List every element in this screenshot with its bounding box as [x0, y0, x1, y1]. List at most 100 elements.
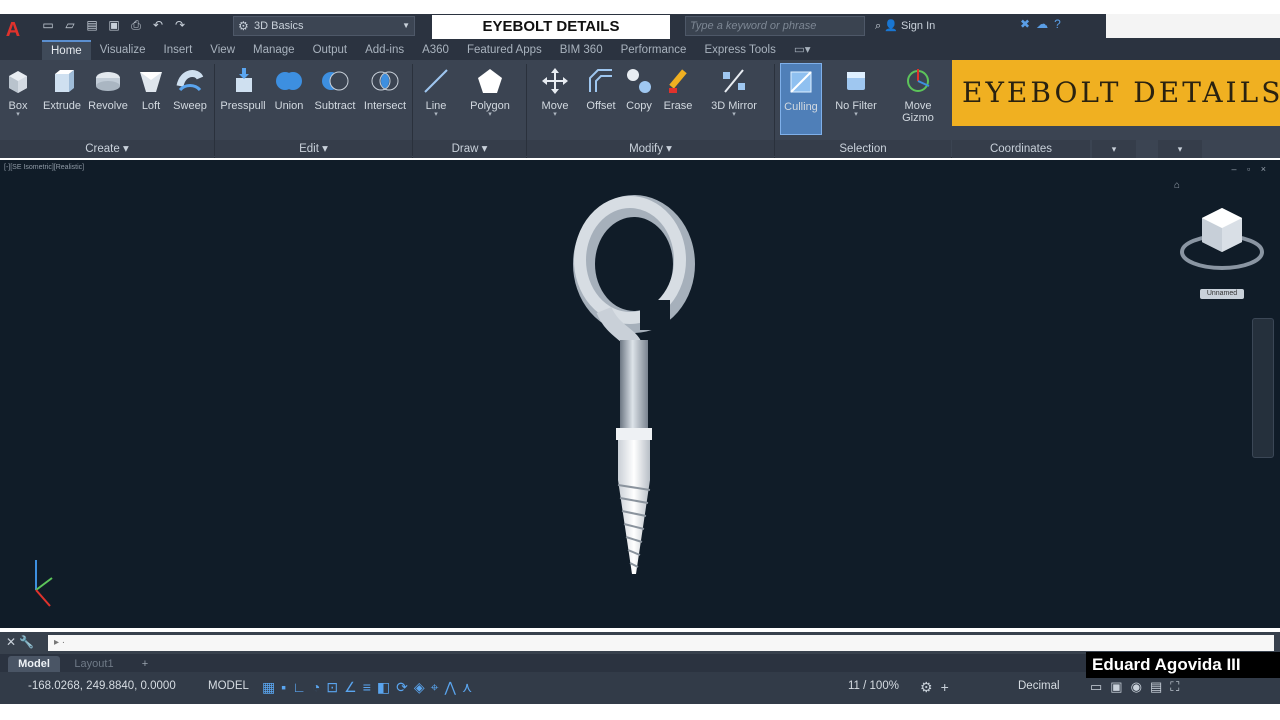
tab-output[interactable]: Output — [304, 40, 357, 60]
copy-button[interactable]: Copy — [622, 66, 656, 112]
gear-icon[interactable]: ⚙ — [920, 679, 933, 696]
model-space-button[interactable]: MODEL — [208, 680, 249, 692]
viewcube-icon[interactable] — [1176, 200, 1268, 300]
subtract-icon — [322, 71, 349, 91]
lock-ui-icon[interactable]: ▣ — [1110, 679, 1122, 695]
home-icon[interactable]: ⌂ — [1174, 180, 1180, 191]
tab-a360[interactable]: A360 — [413, 40, 458, 60]
plus-icon[interactable]: + — [941, 679, 949, 696]
copy-icon — [627, 69, 651, 93]
wrench-icon[interactable]: 🔧 — [19, 635, 34, 649]
command-input[interactable] — [48, 635, 1274, 651]
tab-view[interactable]: View — [201, 40, 244, 60]
search-input[interactable]: Type a keyword or phrase — [685, 16, 865, 36]
open-file-icon[interactable]: ▱ — [62, 17, 78, 33]
otrack-icon[interactable]: ∠ — [344, 679, 357, 696]
polar-icon[interactable]: ◔ — [312, 679, 320, 696]
move-button[interactable]: Move ▾ — [536, 66, 574, 118]
annotation-visibility-icon[interactable]: ⋀ — [445, 679, 456, 696]
union-button[interactable]: Union — [270, 66, 308, 112]
loft-icon — [140, 72, 162, 92]
tab-home[interactable]: Home — [42, 40, 91, 60]
tab-add-ins[interactable]: Add-ins — [356, 40, 413, 60]
osnap-icon[interactable]: ⊡ — [326, 679, 338, 696]
offset-icon — [589, 69, 612, 92]
tab-manage[interactable]: Manage — [244, 40, 304, 60]
tab-model[interactable]: Model — [8, 656, 60, 672]
save-icon[interactable]: ▤ — [84, 17, 100, 33]
culling-button[interactable]: Culling — [780, 63, 822, 135]
exchange-icon[interactable]: ✖ — [1020, 17, 1030, 31]
close-icon[interactable]: ✕ — [6, 635, 16, 649]
units-select[interactable]: Decimal — [1018, 680, 1060, 692]
workspace-select[interactable]: ⚙ 3D Basics ▼ — [233, 16, 415, 36]
extrude-button[interactable]: Extrude — [40, 66, 84, 112]
tab-performance[interactable]: Performance — [612, 40, 696, 60]
intersect-button[interactable]: Intersect — [360, 66, 410, 112]
subtract-label: Subtract — [314, 100, 356, 112]
panel-edit[interactable]: Edit ▾ — [215, 140, 412, 158]
search-icon[interactable]: ⌕ — [875, 20, 881, 32]
dynamic-ucs-icon[interactable]: ⌖ — [431, 679, 439, 696]
tab-express-tools[interactable]: Express Tools — [695, 40, 784, 60]
hardware-acceleration-icon[interactable]: ▤ — [1150, 679, 1162, 695]
sweep-button[interactable]: Sweep — [170, 66, 210, 112]
ucs-icon — [35, 560, 53, 607]
subtract-button[interactable]: Subtract — [310, 66, 360, 112]
3d-mirror-button[interactable]: 3D Mirror ▾ — [704, 66, 764, 118]
tab-bim-360[interactable]: BIM 360 — [551, 40, 612, 60]
autoscale-icon[interactable]: ⋏ — [462, 679, 472, 696]
panel-modify[interactable]: Modify ▾ — [527, 140, 774, 158]
3d-osnap-icon[interactable]: ◈ — [414, 679, 425, 696]
tab-featured-apps[interactable]: Featured Apps — [458, 40, 551, 60]
presspull-button[interactable]: Presspull — [218, 66, 268, 112]
isolate-objects-icon[interactable]: ◉ — [1131, 679, 1142, 695]
redo-icon[interactable]: ↷ — [172, 17, 188, 33]
grid-icon[interactable]: ▦ — [262, 679, 275, 696]
help-icon[interactable]: ? — [1054, 17, 1061, 31]
quick-properties-icon[interactable]: ▭ — [1090, 679, 1102, 695]
panel-coordinates: Coordinates — [952, 140, 1090, 158]
transparency-icon[interactable]: ◧ — [377, 679, 390, 696]
ucs-menu[interactable]: Unnamed — [1200, 289, 1244, 299]
erase-label: Erase — [663, 100, 693, 112]
move-gizmo-button[interactable]: Move Gizmo — [892, 66, 944, 124]
add-layout-button[interactable]: + — [136, 656, 154, 672]
a360-icon[interactable]: ☁ — [1036, 17, 1048, 31]
no-filter-button[interactable]: No Filter ▾ — [830, 66, 882, 118]
dropdown-icon[interactable]: ▾ — [1158, 140, 1202, 158]
culling-icon — [790, 71, 812, 93]
dropdown-icon[interactable]: ▾ — [1092, 140, 1136, 158]
undo-icon[interactable]: ↶ — [150, 17, 166, 33]
save-as-icon[interactable]: ▣ — [106, 17, 122, 33]
navigation-bar[interactable] — [1252, 318, 1274, 458]
box-button[interactable]: Box ▾ — [2, 66, 34, 118]
loft-label: Loft — [141, 100, 161, 112]
line-button[interactable]: Line ▾ — [418, 66, 454, 118]
ortho-icon[interactable]: ∟ — [292, 679, 306, 696]
dropdown-icon: ▾ — [488, 111, 492, 118]
offset-button[interactable]: Offset — [582, 66, 620, 112]
workspace-tools: ⚙ + — [920, 679, 949, 696]
new-file-icon[interactable]: ▭ — [40, 17, 56, 33]
erase-button[interactable]: Erase — [660, 66, 696, 112]
drawing-viewport[interactable]: [-][SE Isometric][Realistic] – ▫ × ⌂ — [0, 160, 1280, 628]
tab-insert[interactable]: Insert — [155, 40, 202, 60]
loft-button[interactable]: Loft — [136, 66, 166, 112]
selection-cycling-icon[interactable]: ⟳ — [396, 679, 408, 696]
snap-icon[interactable]: ▪ — [281, 679, 286, 696]
sign-in-button[interactable]: ⌕ 👤 Sign In — [875, 16, 935, 36]
print-icon[interactable]: ⎙ — [128, 17, 144, 33]
tab-visualize[interactable]: Visualize — [91, 40, 155, 60]
lineweight-icon[interactable]: ≡ — [363, 679, 371, 696]
panel-draw[interactable]: Draw ▾ — [413, 140, 526, 158]
quick-access-toolbar: ▭ ▱ ▤ ▣ ⎙ ↶ ↷ — [40, 17, 188, 33]
polygon-button[interactable]: Polygon ▾ — [466, 66, 514, 118]
revolve-label: Revolve — [88, 100, 128, 112]
tab-layout1[interactable]: Layout1 — [64, 656, 124, 672]
annotation-scale[interactable]: 11 / 100% — [848, 680, 899, 692]
clean-screen-icon[interactable]: ⛶ — [1170, 679, 1179, 695]
panel-create[interactable]: Create ▾ — [0, 140, 214, 158]
revolve-button[interactable]: Revolve — [86, 66, 130, 112]
ribbon-toggle-icon[interactable]: ▭▾ — [785, 40, 820, 60]
